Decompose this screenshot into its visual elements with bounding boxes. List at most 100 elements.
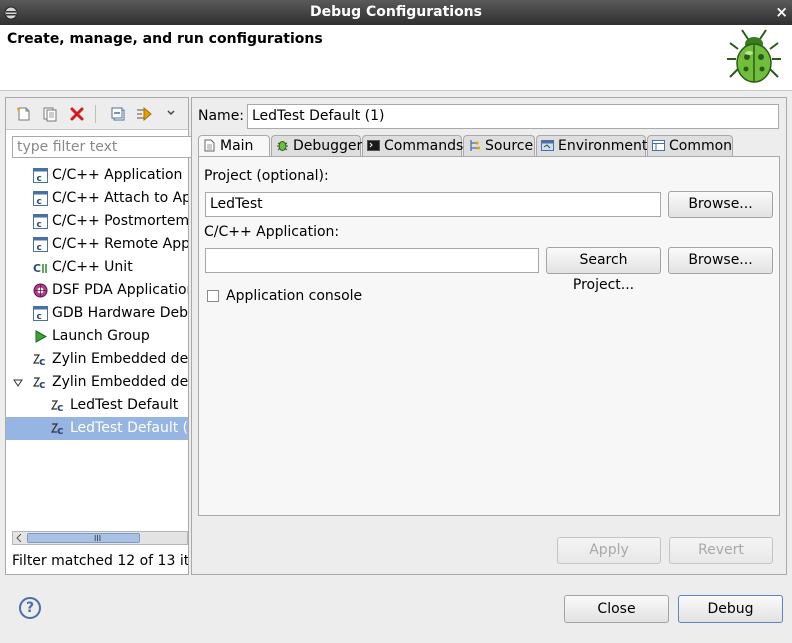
tab-label: Source	[485, 138, 534, 154]
c-app-icon: c	[33, 214, 48, 229]
svg-text:c: c	[37, 220, 42, 229]
svg-text:c: c	[57, 401, 64, 413]
zylin-icon: c	[33, 354, 46, 367]
tab-commands[interactable]: Commands	[362, 135, 464, 157]
tab-environment[interactable]: Environment	[536, 135, 648, 157]
launch-group-icon	[35, 330, 48, 343]
tree-item[interactable]: c C/C++ Attach to Application	[6, 187, 188, 210]
debugger-tab-icon	[277, 141, 288, 151]
tree-item[interactable]: c Zylin Embedded debug (Cygwin)	[6, 348, 188, 371]
new-configuration-icon[interactable]	[16, 106, 32, 122]
project-label: Project (optional):	[204, 168, 329, 184]
tree-item[interactable]: c LedTest Default (1)	[6, 417, 188, 440]
tree-item-label: DSF PDA Application	[52, 282, 188, 298]
tree-item[interactable]: c LedTest Default	[6, 394, 188, 417]
name-input[interactable]: LedTest Default (1)	[247, 104, 779, 129]
tree-item-label: C/C++ Remote Application	[52, 236, 188, 252]
tree-item[interactable]: c C/C++ Remote Application	[6, 233, 188, 256]
tree-item[interactable]: c GDB Hardware Debugging	[6, 302, 188, 325]
tree-item[interactable]: Launch Group	[6, 325, 188, 348]
dsf-icon	[33, 283, 48, 298]
revert-button[interactable]: Revert	[669, 537, 773, 564]
svg-text:c: c	[37, 197, 42, 206]
tab-debugger[interactable]: Debugger	[271, 135, 363, 157]
close-window-icon[interactable]: ×	[775, 3, 788, 21]
tree-item[interactable]: c Zylin Embedded debug (Native)	[6, 371, 188, 394]
scrollbar-grip: III	[94, 534, 102, 543]
configuration-tree: c C/C++ Application c C/C++ Attach to Appli…	[6, 164, 188, 534]
debug-button[interactable]: Debug	[678, 595, 783, 623]
application-label: C/C++ Application:	[204, 224, 340, 240]
svg-text:c: c	[39, 378, 46, 390]
apply-button[interactable]: Apply	[557, 537, 661, 564]
tree-item[interactable]: c C/C++ Postmortem Debugger	[6, 210, 188, 233]
tree-item-label: LedTest Default (1)	[70, 420, 188, 436]
name-label: Name:	[198, 108, 245, 124]
expand-toggle-icon[interactable]	[13, 378, 23, 388]
tab-label: Debugger	[293, 138, 363, 154]
main-tab-icon	[204, 139, 215, 152]
c-app-icon: c	[33, 306, 48, 321]
tree-item[interactable]: c C/C++ Application	[6, 164, 188, 187]
application-console-label: Application console	[226, 288, 363, 304]
dialog-header: Create, manage, and run configurations	[0, 25, 792, 91]
filter-input[interactable]: type filter text	[12, 136, 192, 158]
browse-project-button[interactable]: Browse...	[668, 191, 773, 218]
filter-status: Filter matched 12 of 13 items	[12, 553, 188, 569]
common-tab-icon	[652, 140, 665, 151]
svg-text:c: c	[37, 312, 42, 321]
tab-label: Common	[669, 138, 733, 154]
duplicate-icon[interactable]	[42, 106, 58, 122]
project-input[interactable]: LedTest	[205, 192, 661, 217]
tab-main[interactable]: Main	[198, 135, 270, 158]
svg-text:c: c	[37, 174, 42, 183]
tree-item-label: C/C++ Postmortem Debugger	[52, 213, 188, 229]
scrollbar-thumb[interactable]: III	[27, 533, 140, 543]
delete-icon[interactable]	[69, 106, 85, 122]
search-project-button[interactable]: Search Project...	[546, 247, 661, 293]
filter-icon[interactable]	[136, 106, 152, 122]
tab-label: Main	[220, 138, 254, 154]
tree-item-label: C/C++ Attach to Application	[52, 190, 188, 206]
zylin-icon: c	[33, 377, 46, 390]
zylin-icon: c	[51, 423, 64, 436]
environment-tab-icon	[541, 140, 554, 151]
tree-item[interactable]: C C/C++ Unit	[6, 256, 188, 279]
configuration-list-panel: type filter text c C/C++ Application c C/C+…	[5, 97, 192, 575]
config-tabs: Main Debugger Commands Source Environmen…	[198, 135, 780, 158]
bug-icon	[727, 29, 781, 83]
tree-item-label: Launch Group	[52, 328, 150, 344]
c-unit-icon: C	[33, 262, 47, 275]
tree-item-label: LedTest Default	[70, 397, 179, 413]
tab-label: Commands	[384, 138, 464, 154]
collapse-all-icon[interactable]	[110, 106, 126, 122]
header-title: Create, manage, and run configurations	[7, 31, 323, 47]
source-tab-icon	[470, 140, 480, 151]
application-console-checkbox[interactable]	[207, 290, 219, 302]
help-icon[interactable]: ?	[19, 597, 41, 619]
window-title: Debug Configurations	[310, 4, 482, 20]
close-button[interactable]: Close	[564, 595, 669, 623]
c-app-icon: c	[33, 168, 48, 183]
tree-horizontal-scrollbar[interactable]: III	[12, 531, 188, 545]
c-app-icon: c	[33, 237, 48, 252]
svg-text:c: c	[57, 424, 64, 436]
svg-text:C: C	[33, 262, 41, 275]
tree-item-label: GDB Hardware Debugging	[52, 305, 188, 321]
tree-item-label: C/C++ Application	[52, 167, 183, 183]
c-app-icon: c	[33, 191, 48, 206]
svg-text:c: c	[37, 243, 42, 252]
tab-common[interactable]: Common	[647, 135, 733, 157]
dropdown-chevron-icon[interactable]	[166, 108, 176, 118]
tree-item-label: C/C++ Unit	[52, 259, 133, 275]
commands-tab-icon	[367, 140, 380, 151]
tree-item[interactable]: DSF PDA Application	[6, 279, 188, 302]
tree-item-label: Zylin Embedded debug (Cygwin)	[52, 351, 188, 367]
tree-item-label: Zylin Embedded debug (Native)	[52, 374, 188, 390]
browse-application-button[interactable]: Browse...	[668, 247, 773, 274]
zylin-icon: c	[51, 400, 64, 413]
application-input[interactable]	[205, 248, 539, 273]
tab-label: Environment	[558, 138, 648, 154]
scroll-left-icon[interactable]	[15, 534, 23, 542]
tab-source[interactable]: Source	[463, 135, 535, 157]
